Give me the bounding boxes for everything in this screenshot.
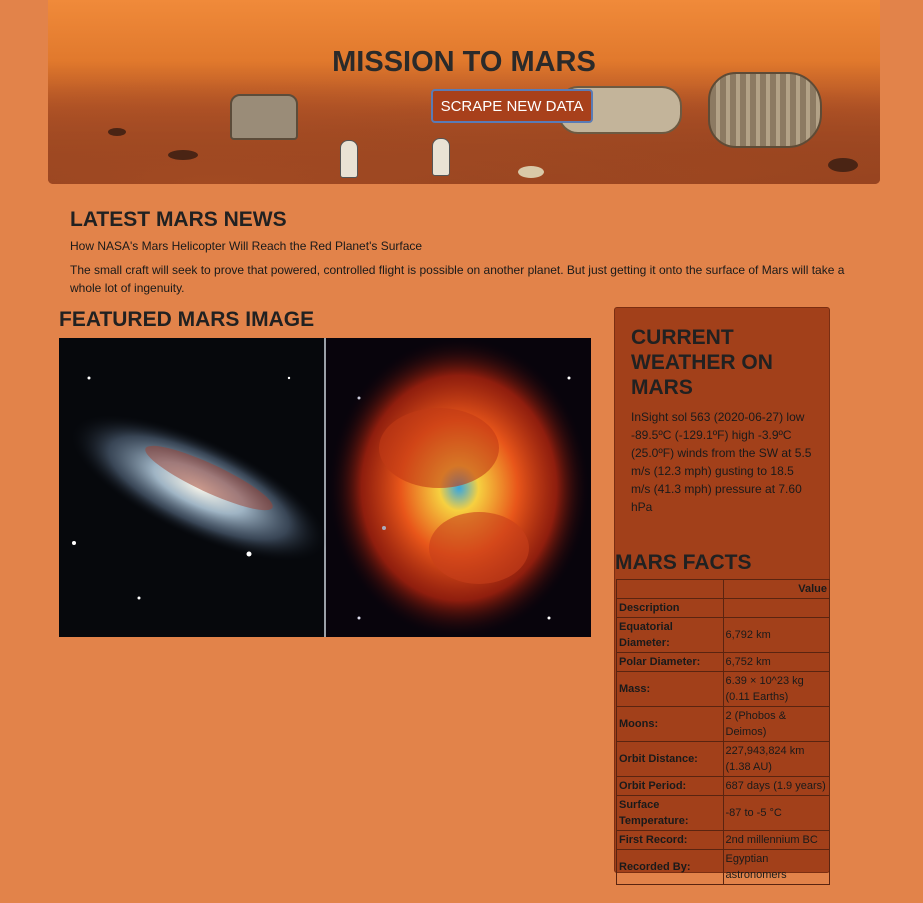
fact-value: Egyptian astronomers	[722, 849, 830, 885]
habitat-cylinder	[708, 72, 822, 148]
facts-index-header: Description	[616, 598, 724, 618]
news-teaser: The small craft will seek to prove that …	[70, 263, 845, 295]
facts-value-header: Value	[722, 579, 830, 599]
astronaut-figure	[340, 140, 358, 178]
fact-value: 6,752 km	[722, 652, 830, 672]
fact-label: Polar Diameter:	[616, 652, 724, 672]
fact-value: 687 days (1.9 years)	[722, 776, 830, 796]
fact-label: Moons:	[616, 706, 724, 742]
table-row: First Record: 2nd millennium BC	[616, 830, 830, 850]
fact-value: 6.39 × 10^23 kg (0.11 Earths)	[722, 671, 830, 707]
news-heading: LATEST MARS NEWS	[70, 208, 287, 231]
table-row: Polar Diameter: 6,752 km	[616, 652, 830, 672]
table-row: Surface Temperature: -87 to -5 °C	[616, 795, 830, 831]
table-row: Mass: 6.39 × 10^23 kg (0.11 Earths)	[616, 671, 830, 707]
news-section: LATEST MARS NEWS How NASA's Mars Helicop…	[70, 208, 860, 297]
table-row: Orbit Period: 687 days (1.9 years)	[616, 776, 830, 796]
fact-label: Orbit Distance:	[616, 741, 724, 777]
facts-heading: MARS FACTS	[615, 551, 752, 574]
galaxy-image-icon	[59, 338, 591, 637]
header-banner: MISSION TO MARS SCRAPE NEW DATA	[48, 0, 880, 184]
facts-table: Value Description Equatorial Diameter: 6,…	[616, 579, 830, 885]
weather-text: InSight sol 563 (2020-06-27) low -89.5ºC…	[631, 410, 812, 514]
fact-value: 2 (Phobos & Deimos)	[722, 706, 830, 742]
sidebar-panel: CURRENT WEATHER ON MARS InSight sol 563 …	[614, 307, 830, 885]
fact-label: Mass:	[616, 671, 724, 707]
fact-label: First Record:	[616, 830, 724, 850]
table-row: Recorded By: Egyptian astronomers	[616, 849, 830, 885]
facts-header-row: Value	[616, 579, 830, 599]
fact-value: 227,943,824 km (1.38 AU)	[722, 741, 830, 777]
featured-image	[59, 338, 591, 637]
facts-index-row: Description	[616, 598, 830, 618]
rock	[828, 158, 858, 172]
fact-value: -87 to -5 °C	[722, 795, 830, 831]
news-title: How NASA's Mars Helicopter Will Reach th…	[70, 239, 423, 253]
scrape-new-data-button[interactable]: SCRAPE NEW DATA	[431, 89, 593, 123]
rock	[168, 150, 198, 160]
featured-section: FEATURED MARS IMAGE	[59, 308, 591, 637]
fact-label: Surface Temperature:	[616, 795, 724, 831]
table-row: Equatorial Diameter: 6,792 km	[616, 617, 830, 653]
rover-image	[230, 94, 298, 140]
astronaut-figure	[432, 138, 450, 176]
fact-label: Orbit Period:	[616, 776, 724, 796]
table-row: Orbit Distance: 227,943,824 km (1.38 AU)	[616, 741, 830, 777]
weather-heading: CURRENT WEATHER ON MARS	[631, 326, 773, 399]
fact-value: 6,792 km	[722, 617, 830, 653]
fact-value: 2nd millennium BC	[722, 830, 830, 850]
featured-heading: FEATURED MARS IMAGE	[59, 308, 315, 331]
facts-index-blank	[722, 598, 830, 618]
fact-label: Recorded By:	[616, 849, 724, 885]
rock	[108, 128, 126, 136]
table-row: Moons: 2 (Phobos & Deimos)	[616, 706, 830, 742]
facts-header-blank	[616, 579, 724, 599]
fact-label: Equatorial Diameter:	[616, 617, 724, 653]
crate	[518, 166, 544, 178]
page-title: MISSION TO MARS	[332, 46, 596, 78]
